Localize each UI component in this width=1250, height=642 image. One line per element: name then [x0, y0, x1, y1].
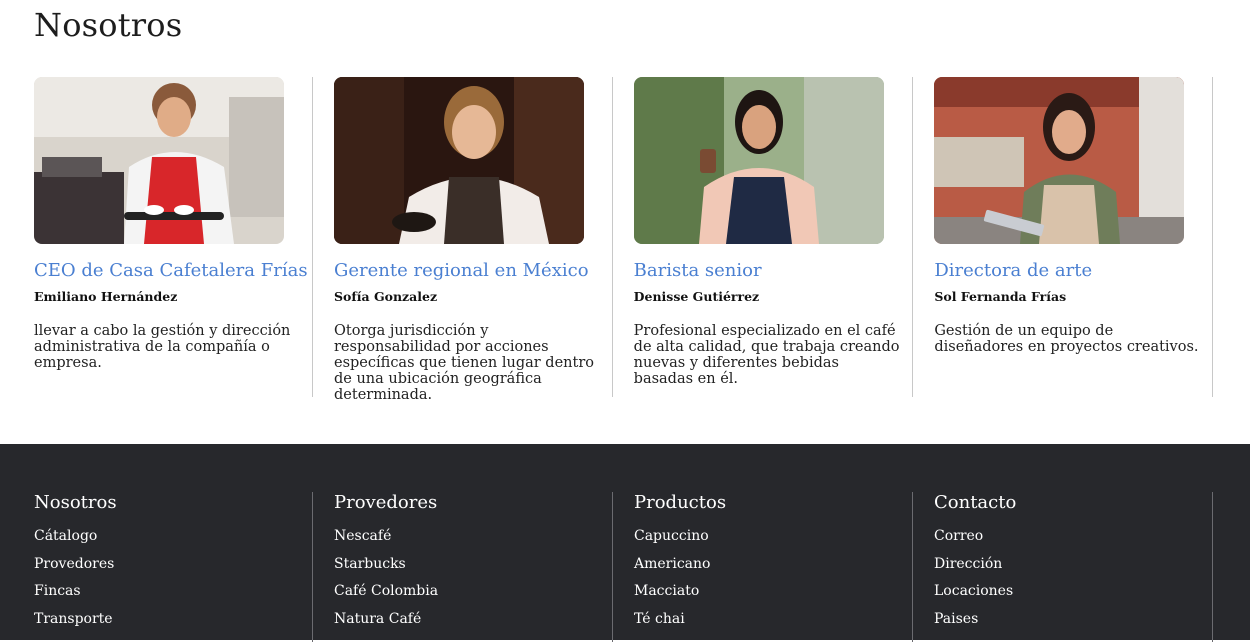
footer-column-productos: Productos Capuccino Americano Macciato T… — [613, 492, 913, 642]
footer-link[interactable]: Dirección — [934, 555, 1212, 583]
footer-link[interactable]: Provedores — [34, 555, 312, 583]
footer-column-title: Provedores — [334, 492, 438, 513]
footer-link[interactable]: Capuccino — [634, 527, 912, 555]
footer-link[interactable]: Fincas — [34, 582, 312, 610]
footer-link[interactable]: Transporte — [34, 610, 312, 638]
footer-column-provedores: Provedores Nescafé Starbucks Café Colomb… — [313, 492, 613, 642]
team-role: Gerente regional en México — [334, 260, 589, 281]
footer-link[interactable]: Natura Café — [334, 610, 612, 638]
team-photo-manager-woman — [334, 77, 584, 244]
footer-column-title: Contacto — [934, 492, 1017, 513]
footer-link[interactable]: Locaciones — [934, 582, 1212, 610]
footer-link[interactable]: Café Colombia — [334, 582, 612, 610]
footer-column-title: Productos — [634, 492, 727, 513]
team-card: Directora de arte Sol Fernanda Frías Ges… — [913, 77, 1214, 397]
footer-column-title: Nosotros — [34, 492, 117, 513]
footer-link[interactable]: Correo — [934, 527, 1212, 555]
team-role: Directora de arte — [934, 260, 1093, 281]
footer-link[interactable]: Starbucks — [334, 555, 612, 583]
team-card: Gerente regional en México Sofía Gonzale… — [313, 77, 613, 403]
team-description: Gestión de un equipo de diseñadores en p… — [934, 323, 1199, 355]
site-footer: Nosotros Cátalogo Provedores Fincas Tran… — [0, 444, 1250, 642]
team-card: Barista senior Denisse Gutiérrez Profesi… — [613, 77, 914, 397]
team-role: Barista senior — [633, 260, 762, 281]
team-description: Otorga jurisdicción y responsabilidad po… — [334, 323, 594, 403]
team-name: Denisse Gutiérrez — [633, 289, 760, 304]
team-photo-barista-man — [34, 77, 284, 244]
team-photo-art-director-woman — [934, 77, 1185, 244]
footer-link[interactable]: Macciato — [634, 582, 912, 610]
team-description: Profesional especializado en el café de … — [633, 323, 900, 387]
team-name: Emiliano Hernández — [34, 289, 178, 304]
team-description: llevar a cabo la gestión y dirección adm… — [34, 323, 291, 371]
footer-link[interactable]: Cátalogo — [34, 527, 312, 555]
footer-link[interactable]: Té chai — [634, 610, 912, 638]
footer-link[interactable]: Americano — [634, 555, 912, 583]
team-name: Sofía Gonzalez — [334, 289, 438, 304]
footer-column-contacto: Contacto Correo Dirección Locaciones Pai… — [913, 492, 1213, 642]
team-photo-barista-woman — [633, 77, 884, 244]
page-title: Nosotros — [34, 6, 183, 44]
footer-column-nosotros: Nosotros Cátalogo Provedores Fincas Tran… — [34, 492, 313, 642]
footer-link[interactable]: Nescafé — [334, 527, 612, 555]
team-role: CEO de Casa Cafetalera Frías — [34, 260, 308, 281]
team-card: CEO de Casa Cafetalera Frías Emiliano He… — [34, 77, 313, 397]
footer-link[interactable]: Paises — [934, 610, 1212, 638]
team-section: CEO de Casa Cafetalera Frías Emiliano He… — [34, 77, 1214, 403]
team-name: Sol Fernanda Frías — [934, 289, 1067, 304]
